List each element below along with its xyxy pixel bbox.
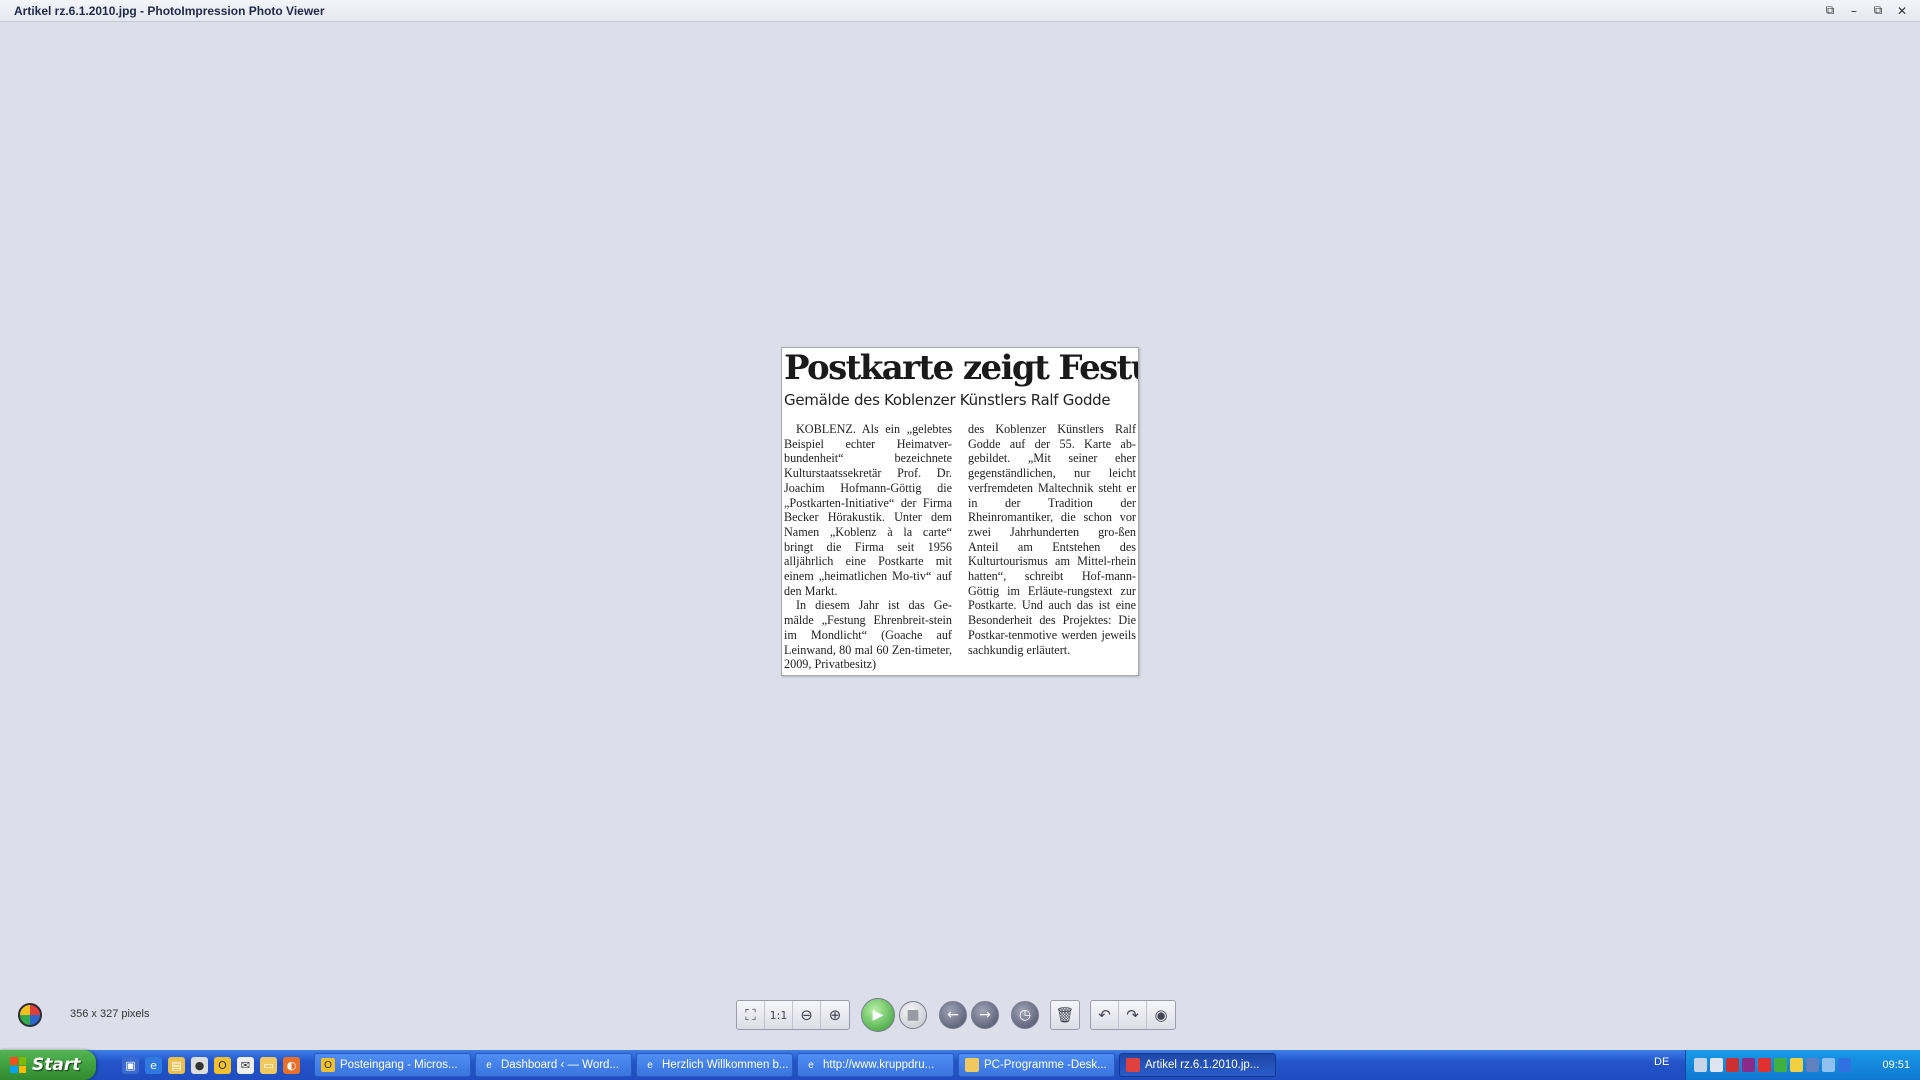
outlook-icon[interactable]: O: [214, 1056, 231, 1074]
volume-icon[interactable]: [1710, 1058, 1723, 1072]
article-paragraph: KOBLENZ. Als ein „gelebtes Beispiel echt…: [784, 422, 952, 598]
edit-group: ↶ ↷ ◉: [1090, 1000, 1176, 1030]
task-outlook[interactable]: O Posteingang - Micros...: [314, 1053, 471, 1077]
internet-explorer-icon: e: [808, 1059, 814, 1071]
task-willkommen[interactable]: e Herzlich Willkommen b...: [636, 1053, 793, 1077]
start-button[interactable]: Start: [0, 1050, 96, 1080]
system-tray: 09:51: [1685, 1050, 1920, 1080]
clock[interactable]: 09:51: [1882, 1059, 1920, 1071]
rotate-right-icon[interactable]: ↷: [1119, 1001, 1147, 1029]
minimize-button[interactable]: –: [1844, 2, 1864, 20]
maximize-button[interactable]: ⧉: [1868, 2, 1888, 20]
zoom-in-icon[interactable]: ⊕: [821, 1001, 849, 1029]
desktop-icon[interactable]: ▣: [122, 1056, 139, 1074]
trash-icon[interactable]: 🗑: [1051, 1001, 1079, 1029]
play-icon[interactable]: ▶: [861, 998, 895, 1032]
window-titlebar: Artikel rz.6.1.2010.jpg - PhotoImpressio…: [0, 0, 1920, 22]
window-title: Artikel rz.6.1.2010.jpg - PhotoImpressio…: [14, 3, 325, 18]
task-label: Herzlich Willkommen b...: [662, 1059, 789, 1071]
arrow-right-icon[interactable]: →: [971, 1001, 999, 1029]
actual-size-button[interactable]: 1:1: [765, 1001, 793, 1029]
article-paragraph: In diesem Jahr ist das Ge-mälde „Festung…: [784, 598, 952, 672]
task-pc-programme[interactable]: PC-Programme -Desk...: [958, 1053, 1115, 1077]
task-label: Dashboard ‹ — Word...: [501, 1059, 620, 1071]
task-label: PC-Programme -Desk...: [984, 1059, 1107, 1071]
windows-logo-icon: [10, 1057, 26, 1073]
update-icon[interactable]: [1790, 1058, 1803, 1072]
article-columns: KOBLENZ. Als ein „gelebtes Beispiel echt…: [784, 422, 1136, 672]
internet-explorer-icon: e: [647, 1059, 653, 1071]
language-indicator[interactable]: DE: [1654, 1056, 1669, 1068]
app-logo-icon[interactable]: [18, 1003, 42, 1027]
mail-icon[interactable]: ✉: [237, 1056, 254, 1074]
zoom-group: ⛶ 1:1 ⊖ ⊕: [736, 1000, 850, 1030]
shield-icon[interactable]: [1726, 1058, 1739, 1072]
task-label: http://www.kruppdru...: [823, 1059, 935, 1071]
task-artikel[interactable]: Artikel rz.6.1.2010.jp...: [1119, 1053, 1276, 1077]
article-column-1: KOBLENZ. Als ein „gelebtes Beispiel echt…: [784, 422, 952, 672]
restore-view-button[interactable]: ⧉: [1820, 2, 1840, 20]
display-icon[interactable]: [1822, 1058, 1835, 1072]
article-headline: Postkarte zeigt Festung: [784, 348, 1138, 388]
usb-icon[interactable]: [1806, 1058, 1819, 1072]
sync-icon[interactable]: [1774, 1058, 1787, 1072]
arrow-left-icon[interactable]: ←: [939, 1001, 967, 1029]
task-dashboard[interactable]: e Dashboard ‹ — Word...: [475, 1053, 632, 1077]
zoom-out-icon[interactable]: ⊖: [793, 1001, 821, 1029]
taskbar: Start ▣ e ▤ ● O ✉ ▭ ◐ O Posteingang - Mic…: [0, 1050, 1920, 1080]
photo-viewer-icon: [1126, 1058, 1140, 1072]
quick-launch: ▣ e ▤ ● O ✉ ▭ ◐: [96, 1056, 314, 1074]
folder-icon[interactable]: ▤: [168, 1056, 185, 1074]
media-player-icon[interactable]: ●: [191, 1056, 208, 1074]
article-subhead: Gemälde des Koblenzer Künstlers Ralf God…: [784, 391, 1111, 409]
network-icon[interactable]: [1694, 1058, 1707, 1072]
internet-explorer-icon: e: [486, 1059, 492, 1071]
article-column-2: des Koblenzer Künstlers Ralf Godde auf d…: [968, 422, 1136, 672]
image-dimensions: 356 x 327 pixels: [70, 1008, 150, 1020]
close-button[interactable]: ✕: [1892, 2, 1912, 20]
red-eye-icon[interactable]: ◉: [1147, 1001, 1175, 1029]
article-paragraph: des Koblenzer Künstlers Ralf Godde auf d…: [968, 422, 1136, 657]
bluetooth-icon[interactable]: [1838, 1058, 1851, 1072]
displayed-image[interactable]: Postkarte zeigt Festung Gemälde des Kobl…: [781, 347, 1139, 676]
delete-group: 🗑: [1050, 1000, 1080, 1030]
outlook-icon: O: [321, 1058, 335, 1072]
fit-to-window-icon[interactable]: ⛶: [737, 1001, 765, 1029]
timer-icon[interactable]: ◷: [1011, 1001, 1039, 1029]
task-label: Posteingang - Micros...: [340, 1059, 458, 1071]
antivirus-icon[interactable]: [1758, 1058, 1771, 1072]
internet-explorer-icon[interactable]: e: [145, 1056, 162, 1074]
viewer-toolbar: ⛶ 1:1 ⊖ ⊕ ▶ ■ ← → ◷ 🗑 ↶ ↷ ◉: [736, 998, 1176, 1032]
folder-icon: [965, 1058, 979, 1072]
rotate-left-icon[interactable]: ↶: [1091, 1001, 1119, 1029]
start-label: Start: [32, 1055, 81, 1075]
task-kruppdruck[interactable]: e http://www.kruppdru...: [797, 1053, 954, 1077]
stop-icon[interactable]: ■: [899, 1001, 927, 1029]
security-icon[interactable]: [1742, 1058, 1755, 1072]
task-list: O Posteingang - Micros... e Dashboard ‹ — …: [314, 1053, 1276, 1077]
firefox-icon[interactable]: ◐: [283, 1056, 300, 1074]
task-label: Artikel rz.6.1.2010.jp...: [1145, 1059, 1260, 1071]
explorer-folder-icon[interactable]: ▭: [260, 1056, 277, 1074]
